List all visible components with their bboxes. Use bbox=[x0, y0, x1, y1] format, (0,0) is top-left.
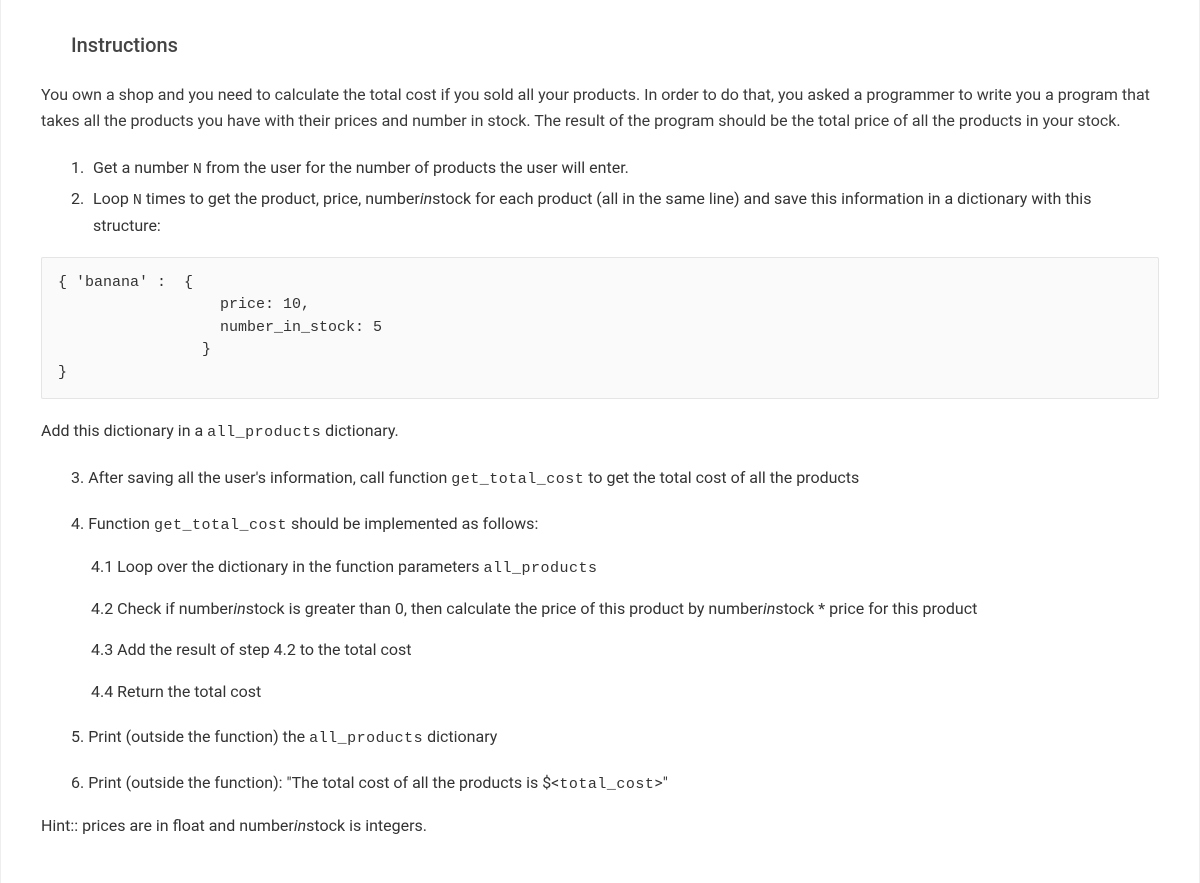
step-2-text: Loop N times to get the product, price, … bbox=[93, 186, 1159, 239]
code-N: N bbox=[193, 161, 202, 178]
instructions-document: Instructions You own a shop and you need… bbox=[0, 0, 1200, 883]
step-6-number: 6. bbox=[71, 773, 84, 792]
instructions-heading: Instructions bbox=[41, 30, 1159, 60]
step-4-number: 4. bbox=[71, 514, 84, 533]
step-4-3: 4.3 Add the result of step 4.2 to the to… bbox=[41, 636, 1159, 663]
step-4-2-number: 4.2 bbox=[91, 599, 113, 618]
step-1: 1. Get a number N from the user for the … bbox=[41, 155, 1159, 182]
step-4-2: 4.2 Check if numberinstock is greater th… bbox=[41, 595, 1159, 622]
step-4-4: 4.4 Return the total cost bbox=[41, 678, 1159, 705]
step-4-4-number: 4.4 bbox=[91, 682, 113, 701]
after-code-paragraph: Add this dictionary in a all_products di… bbox=[41, 417, 1159, 446]
step-4-3-number: 4.3 bbox=[91, 640, 113, 659]
step-5-number: 5. bbox=[71, 727, 84, 746]
code-block-dictionary: { 'banana' : { price: 10, number_in_stoc… bbox=[41, 257, 1159, 400]
step-4-1: 4.1 Loop over the dictionary in the func… bbox=[41, 553, 1159, 582]
step-1-number: 1. bbox=[71, 155, 93, 182]
code-get-total-cost: get_total_cost bbox=[451, 471, 584, 488]
code-all-products: all_products bbox=[207, 424, 321, 441]
step-4: 4. Function get_total_cost should be imp… bbox=[41, 510, 1159, 539]
code-all-products: all_products bbox=[309, 730, 423, 747]
code-N: N bbox=[133, 192, 142, 209]
step-2-number: 2. bbox=[71, 186, 93, 239]
code-all-products: all_products bbox=[483, 560, 597, 577]
intro-paragraph: You own a shop and you need to calculate… bbox=[41, 82, 1159, 133]
step-6: 6. Print (outside the function): "The to… bbox=[41, 769, 1159, 798]
step-1-text: Get a number N from the user for the num… bbox=[93, 155, 629, 182]
hint-paragraph: Hint:: prices are in float and numberins… bbox=[41, 812, 1159, 839]
code-total-cost: total_cost bbox=[559, 776, 654, 793]
step-3: 3. After saving all the user's informati… bbox=[41, 464, 1159, 493]
step-4-1-number: 4.1 bbox=[91, 557, 113, 576]
step-5: 5. Print (outside the function) the all_… bbox=[41, 723, 1159, 752]
step-2: 2. Loop N times to get the product, pric… bbox=[41, 186, 1159, 239]
code-get-total-cost: get_total_cost bbox=[154, 517, 287, 534]
step-3-number: 3. bbox=[71, 468, 84, 487]
